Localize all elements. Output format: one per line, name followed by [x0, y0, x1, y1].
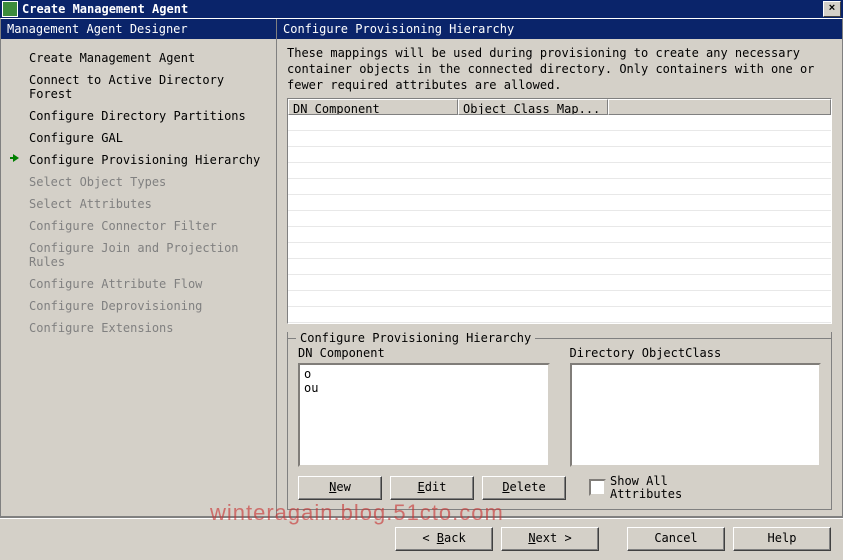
window-controls: ×: [821, 1, 841, 17]
groupbox-button-row: New Edit Delete Show All Attributes: [298, 475, 821, 501]
step-configure-gal[interactable]: Configure GAL: [5, 127, 272, 149]
content: Management Agent Designer Create Managem…: [0, 18, 843, 517]
wizard-steps: Create Management Agent Connect to Activ…: [1, 39, 276, 347]
table-header: DN Component Object Class Map...: [288, 99, 831, 115]
objectclass-column: Directory ObjectClass: [570, 346, 822, 467]
wizard-footer: < Back Next > Cancel Help: [0, 517, 843, 560]
window: Create Management Agent × Management Age…: [0, 0, 843, 560]
dn-component-label: DN Component: [298, 346, 550, 360]
step-attribute-flow: Configure Attribute Flow: [5, 273, 272, 295]
col-spacer: [608, 99, 831, 115]
col-dn-component[interactable]: DN Component: [288, 99, 458, 115]
table-body-empty[interactable]: [288, 115, 831, 323]
groupbox-legend: Configure Provisioning Hierarchy: [296, 331, 535, 345]
objectclass-label: Directory ObjectClass: [570, 346, 822, 360]
show-all-attributes[interactable]: Show All Attributes: [589, 475, 682, 501]
app-icon: [2, 1, 18, 17]
provisioning-groupbox: Configure Provisioning Hierarchy DN Comp…: [287, 332, 832, 510]
step-create-ma[interactable]: Create Management Agent: [5, 47, 272, 69]
new-button[interactable]: New: [298, 476, 382, 500]
step-object-types: Select Object Types: [5, 171, 272, 193]
step-join-projection: Configure Join and Projection Rules: [5, 237, 272, 273]
close-button[interactable]: ×: [823, 1, 841, 17]
step-deprovisioning: Configure Deprovisioning: [5, 295, 272, 317]
dn-component-column: DN Component o ou: [298, 346, 550, 467]
step-provisioning-hierarchy[interactable]: Configure Provisioning Hierarchy: [5, 149, 272, 171]
mappings-table[interactable]: DN Component Object Class Map...: [287, 98, 832, 324]
left-header: Management Agent Designer: [1, 19, 276, 39]
dn-component-list[interactable]: o ou: [298, 363, 550, 467]
col-object-class-map[interactable]: Object Class Map...: [458, 99, 608, 115]
back-button[interactable]: < Back: [395, 527, 493, 551]
titlebar: Create Management Agent ×: [0, 0, 843, 18]
left-panel: Management Agent Designer Create Managem…: [1, 19, 276, 516]
cancel-button[interactable]: Cancel: [627, 527, 725, 551]
list-item[interactable]: o: [304, 367, 544, 381]
objectclass-list[interactable]: [570, 363, 822, 467]
show-all-label: Show All Attributes: [610, 475, 682, 501]
step-extensions: Configure Extensions: [5, 317, 272, 339]
step-select-attributes: Select Attributes: [5, 193, 272, 215]
step-directory-partitions[interactable]: Configure Directory Partitions: [5, 105, 272, 127]
help-button[interactable]: Help: [733, 527, 831, 551]
step-connector-filter: Configure Connector Filter: [5, 215, 272, 237]
list-item[interactable]: ou: [304, 381, 544, 395]
right-header: Configure Provisioning Hierarchy: [277, 19, 842, 39]
next-button[interactable]: Next >: [501, 527, 599, 551]
step-connect-adf[interactable]: Connect to Active Directory Forest: [5, 69, 272, 105]
right-body: These mappings will be used during provi…: [277, 39, 842, 516]
window-title: Create Management Agent: [22, 0, 821, 18]
delete-button[interactable]: Delete: [482, 476, 566, 500]
right-panel: Configure Provisioning Hierarchy These m…: [276, 19, 842, 516]
show-all-checkbox[interactable]: [589, 479, 606, 496]
description-text: These mappings will be used during provi…: [287, 45, 832, 94]
edit-button[interactable]: Edit: [390, 476, 474, 500]
